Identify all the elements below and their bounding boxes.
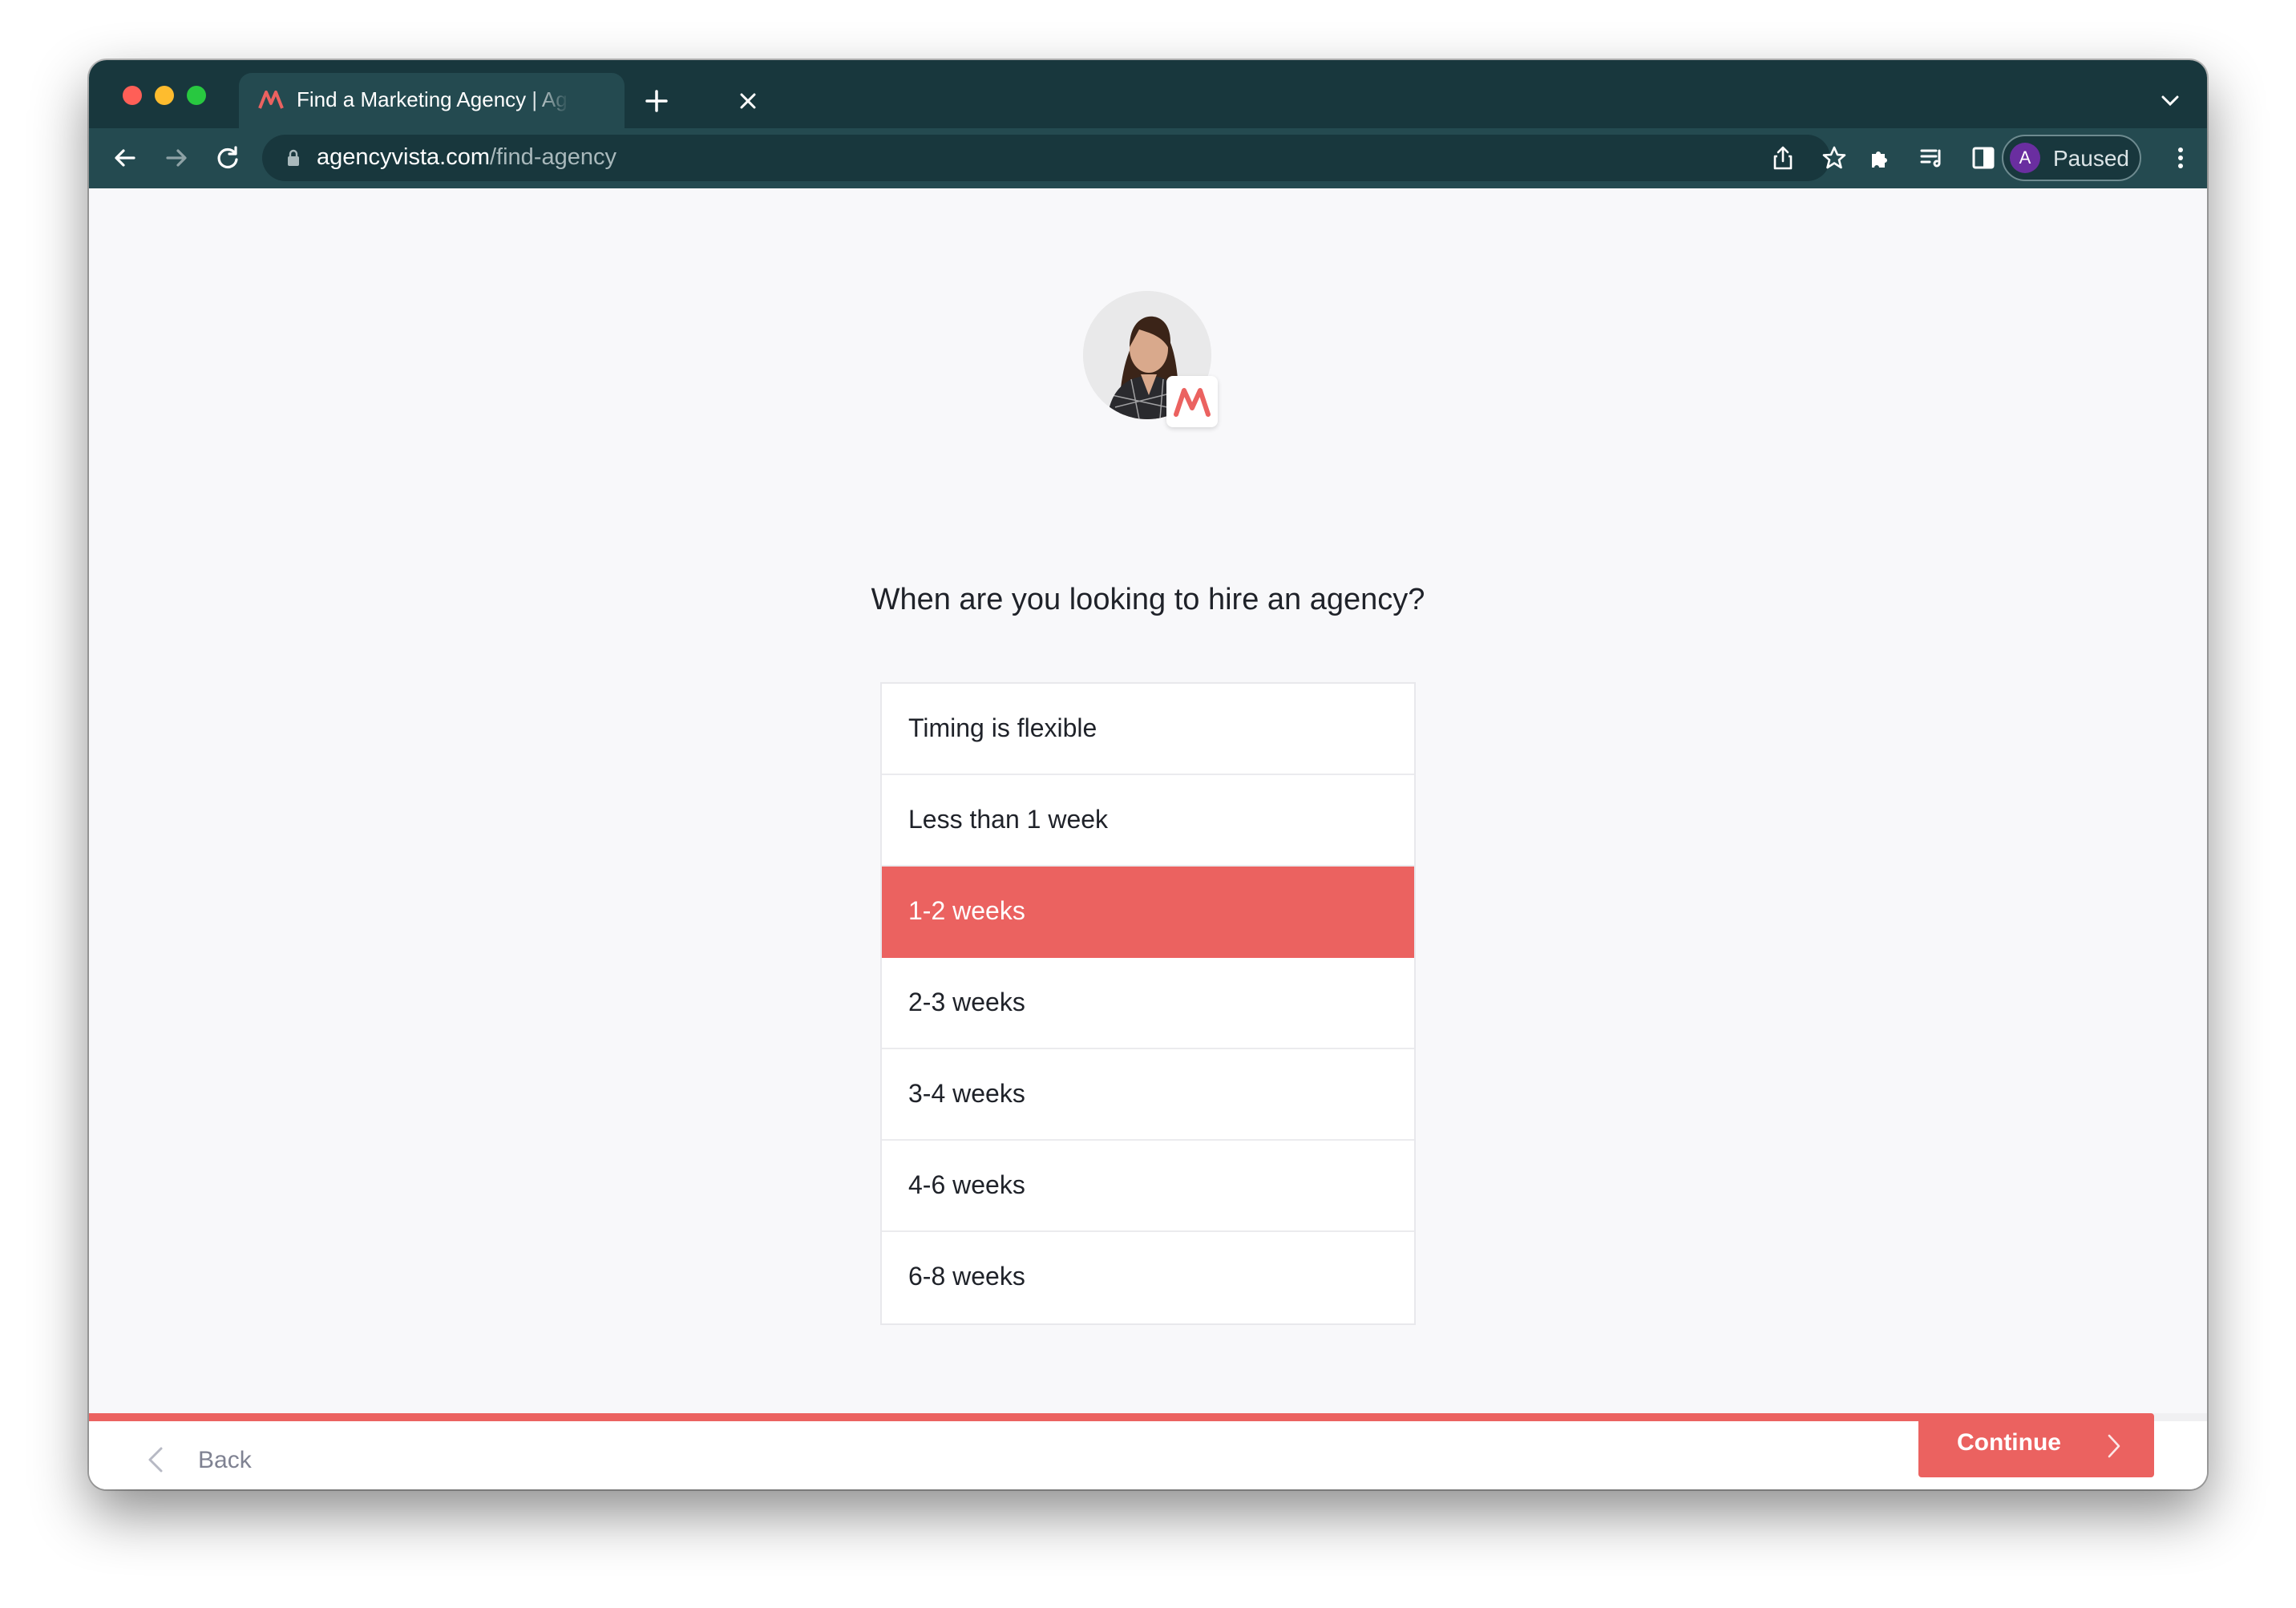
back-label: Back: [198, 1447, 252, 1473]
maximize-window-button[interactable]: [187, 86, 206, 105]
option-6-8-weeks[interactable]: 6-8 weeks: [882, 1232, 1414, 1323]
lock-icon: [288, 149, 299, 166]
new-tab-icon[interactable]: [645, 89, 669, 113]
bookmark-star-icon[interactable]: [1821, 144, 1848, 172]
option-3-4-weeks[interactable]: 3-4 weeks: [882, 1049, 1414, 1141]
option-1-2-weeks[interactable]: 1-2 weeks: [882, 867, 1414, 958]
advisor-avatar-group: [1083, 291, 1218, 427]
chevron-left-icon: [148, 1447, 163, 1473]
back-arrow-icon[interactable]: [111, 144, 139, 172]
url-text: agencyvista.com/find-agency: [317, 144, 616, 171]
option-less-than-1-week[interactable]: Less than 1 week: [882, 775, 1414, 867]
close-tab-icon[interactable]: [738, 91, 758, 111]
timing-options-list: Timing is flexible Less than 1 week 1-2 …: [880, 682, 1416, 1325]
agency-vista-logo-badge: [1166, 376, 1218, 427]
question-heading: When are you looking to hire an agency?: [871, 583, 1425, 616]
browser-toolbar: agencyvista.com/find-agency A Paused: [89, 128, 2207, 188]
browser-menu-icon[interactable]: [2167, 144, 2194, 172]
tab-strip: Find a Marketing Agency | Agency Vista: [89, 60, 2207, 128]
browser-window: Find a Marketing Agency | Agency Vista: [89, 60, 2207, 1489]
option-timing-flexible[interactable]: Timing is flexible: [882, 684, 1414, 775]
tab-search-chevron-icon[interactable]: [2160, 92, 2181, 108]
chevron-right-icon: [2108, 1434, 2120, 1458]
progress-fill: [89, 1413, 1942, 1421]
reload-icon[interactable]: [214, 144, 241, 172]
agency-vista-favicon-icon: [258, 91, 284, 109]
option-2-3-weeks[interactable]: 2-3 weeks: [882, 958, 1414, 1049]
page-content: When are you looking to hire an agency? …: [89, 188, 2207, 1489]
share-icon[interactable]: [1769, 144, 1797, 172]
active-tab[interactable]: Find a Marketing Agency | Agency Vista: [239, 73, 756, 128]
reading-list-icon[interactable]: [1918, 144, 1946, 172]
continue-button[interactable]: Continue: [1918, 1413, 2154, 1477]
close-window-button[interactable]: [123, 86, 142, 105]
continue-label: Continue: [1957, 1429, 2061, 1456]
profile-status: Paused: [2053, 146, 2129, 171]
side-panel-icon[interactable]: [1970, 144, 1997, 172]
minimize-window-button[interactable]: [155, 86, 174, 105]
forward-arrow-icon[interactable]: [163, 144, 190, 172]
tab-title: Find a Marketing Agency | Agency Vista: [297, 87, 569, 111]
url-host: agencyvista.com: [317, 144, 490, 170]
profile-button[interactable]: A Paused: [2002, 135, 2141, 181]
profile-avatar: A: [2010, 143, 2040, 173]
footer-nav: Back Continue: [89, 1413, 2207, 1489]
url-path: /find-agency: [490, 144, 616, 170]
agency-vista-logo-icon: [1174, 388, 1211, 417]
progress-bar: [89, 1413, 2207, 1421]
extensions-icon[interactable]: [1867, 144, 1894, 172]
address-bar[interactable]: agencyvista.com/find-agency: [262, 135, 1846, 181]
option-4-6-weeks[interactable]: 4-6 weeks: [882, 1141, 1414, 1232]
